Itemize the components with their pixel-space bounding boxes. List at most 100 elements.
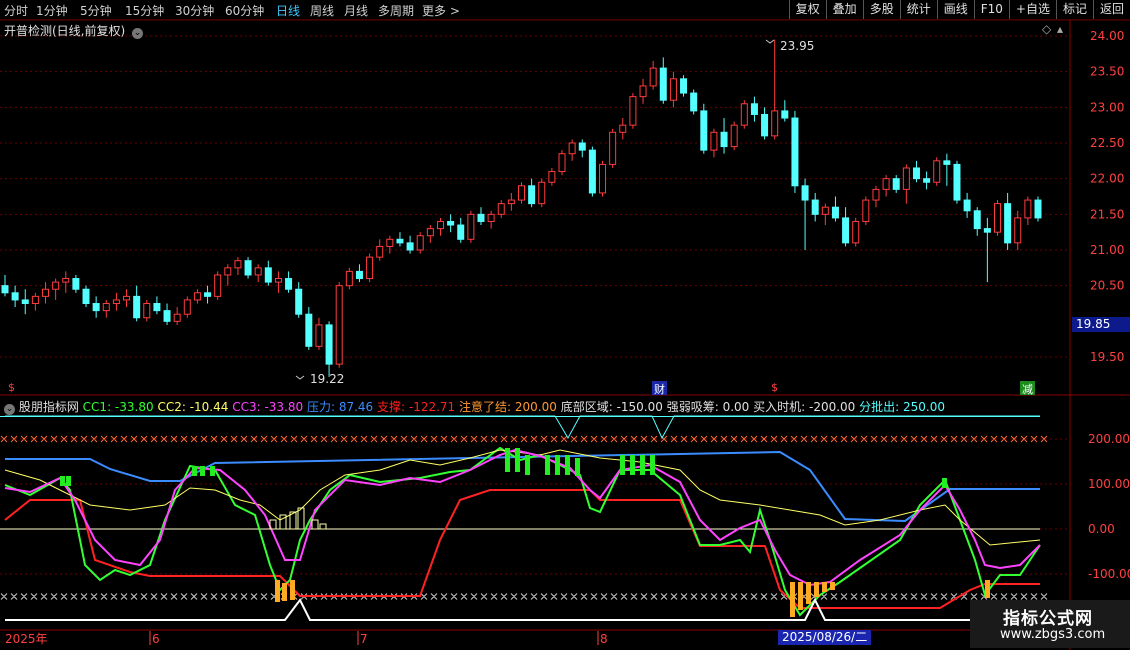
- candle-body: [416, 235, 424, 251]
- cc3-line: [4, 448, 1041, 587]
- candle-body: [588, 149, 596, 194]
- price-tick-label: 22.50: [1090, 136, 1124, 150]
- chevron-down-icon[interactable]: ⌄: [132, 28, 144, 39]
- high-arrow-icon: [765, 39, 775, 44]
- legend-support: 支撑: -122.71: [377, 400, 456, 414]
- dividend-marker-icon-2: $: [771, 381, 778, 394]
- price-tick-label: 23.00: [1090, 100, 1124, 114]
- candle-body: [923, 178, 931, 183]
- candle-body: [366, 256, 374, 280]
- cc2-line: [4, 449, 1041, 546]
- candle-body: [143, 303, 151, 319]
- bottom-signal-bar: [290, 580, 295, 600]
- legend-bottom-zone: 底部区域: -150.00: [560, 400, 663, 414]
- legend-sell-batch: 分批出: 250.00: [859, 400, 946, 414]
- indicator-menu-icon[interactable]: ⌄: [4, 404, 15, 415]
- bottom-signal-bar: [814, 582, 819, 597]
- sell-signal-line: [5, 415, 1040, 440]
- candle-body: [345, 270, 353, 287]
- candle-body: [274, 278, 282, 283]
- candle-body: [720, 131, 728, 148]
- candle-body: [659, 67, 667, 101]
- candle-body: [963, 199, 971, 212]
- candle-body: [548, 171, 556, 183]
- indicator-legend: ⌄ 股朋指标网 CC1: -33.80 CC2: -10.44 CC3: -33…: [4, 398, 945, 415]
- candle-body: [285, 278, 293, 290]
- absorb-bar: [297, 507, 305, 530]
- indicator-tick-label: 100.00: [1088, 477, 1130, 491]
- candle-body: [953, 163, 961, 201]
- candle-body: [153, 303, 161, 312]
- candle-body: [578, 142, 586, 151]
- candle-body: [447, 220, 455, 226]
- diamond-icon[interactable]: ◇: [1042, 22, 1051, 36]
- candle-body: [335, 285, 343, 365]
- legend-cc1: CC1: -33.80: [82, 400, 154, 414]
- indicator-grid: [0, 438, 1070, 575]
- candle-body: [62, 278, 70, 283]
- legend-cc2: CC2: -10.44: [157, 400, 229, 414]
- signal-bar: [942, 478, 947, 488]
- candle-body: [133, 295, 141, 319]
- candle-body: [31, 295, 39, 305]
- candle-body: [244, 260, 252, 276]
- x-label-6: 6: [152, 632, 160, 646]
- candle-body: [1034, 199, 1042, 219]
- candle-body: [609, 131, 617, 165]
- signal-bar: [640, 455, 645, 475]
- scroll-up-icon[interactable]: ▴: [1057, 22, 1063, 36]
- price-tick-label: 24.00: [1090, 29, 1124, 43]
- candle-body: [862, 199, 870, 222]
- candle-body: [710, 131, 718, 151]
- dividend-marker-icon: $: [8, 381, 15, 394]
- indicator-tick-label: -100.00: [1088, 567, 1130, 581]
- signal-bar: [515, 448, 520, 472]
- candle-body: [436, 220, 444, 230]
- signal-bar: [565, 455, 570, 475]
- candle-body: [599, 163, 607, 194]
- pressure-line: [5, 450, 1040, 523]
- cursor-date-label: 2025/08/26/二: [778, 630, 872, 645]
- price-tick-label: 20.50: [1090, 279, 1124, 293]
- signal-bar: [60, 476, 65, 486]
- candle-body: [558, 153, 566, 173]
- candle-body: [254, 267, 262, 276]
- absorb-bar: [319, 523, 327, 530]
- candle-body: [680, 78, 688, 94]
- candle-body: [629, 96, 637, 126]
- bottom-signal-bar: [806, 582, 811, 604]
- signal-bar: [505, 448, 510, 472]
- candle-body: [355, 270, 363, 280]
- signal-bar: [630, 455, 635, 475]
- price-axis-ticks: 24.00 23.50 23.00 22.50 22.00 21.50 21.00 20.50…: [1090, 29, 1124, 364]
- candle-body: [831, 206, 839, 219]
- candle-body: [649, 67, 657, 87]
- candle-body: [1014, 217, 1022, 244]
- indicator-name: 股朋指标网: [18, 400, 79, 414]
- candle-body: [467, 213, 475, 240]
- bottom-signal-bar: [822, 582, 827, 592]
- signal-bar: [525, 455, 530, 475]
- candle-body: [1, 285, 9, 294]
- candle-body: [730, 124, 738, 148]
- watermark-title: 指标公式网: [1003, 609, 1093, 629]
- candlestick-series: [1, 39, 1042, 377]
- legend-pressure: 压力: 87.46: [306, 400, 374, 414]
- candle-body: [325, 324, 333, 365]
- watermark-url: www.zbgs3.com: [1000, 627, 1106, 642]
- legend-buy-time: 买入时机: -200.00: [753, 400, 856, 414]
- candle-body: [740, 103, 748, 126]
- candle-body: [669, 78, 677, 101]
- price-tick-label: 23.50: [1090, 65, 1124, 79]
- candle-body: [112, 299, 120, 304]
- candle-body: [193, 292, 201, 301]
- candle-body: [305, 313, 313, 347]
- signal-bar: [66, 476, 71, 486]
- candle-body: [528, 185, 536, 205]
- candle-body: [518, 185, 525, 201]
- legend-strong-weak: 强弱吸筹: 0.00: [666, 400, 750, 414]
- signal-bar: [210, 466, 215, 476]
- bottom-signal-bar: [282, 583, 287, 601]
- candle-body: [295, 288, 303, 315]
- candle-body: [791, 117, 799, 187]
